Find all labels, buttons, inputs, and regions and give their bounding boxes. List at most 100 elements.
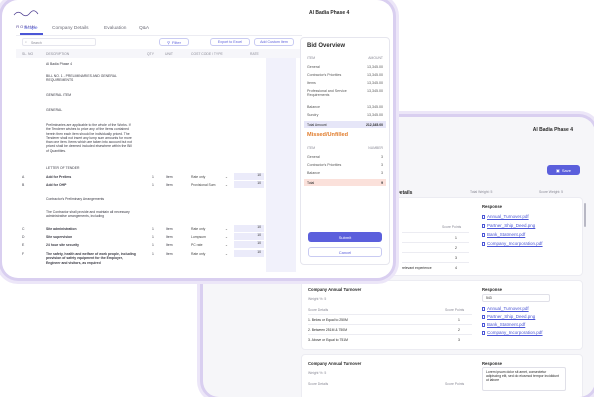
chevron-down-icon[interactable]: ⌄ (225, 252, 228, 256)
cost-type-select[interactable]: Lumpsum (191, 235, 206, 239)
row-qty: 1 (152, 252, 154, 256)
criteria-title: Company Annual Turnover (308, 287, 362, 292)
overview-row: Professional and Service Requirements 13,… (307, 89, 383, 97)
overview-row: General 13,345.00 (307, 65, 383, 69)
table-row: The Contractor shall provide and maintai… (46, 210, 130, 219)
chevron-down-icon[interactable]: ⌄ (225, 235, 228, 239)
file-icon (482, 306, 485, 311)
row-sl: E (22, 243, 25, 247)
score-row-text: 1. Below or Equal to 250M (308, 318, 348, 322)
row-unit: Item (166, 243, 173, 247)
criteria-card-3: Company Annual Turnover Weight %: 5 Scor… (301, 354, 583, 397)
score-details-header: Score Details (308, 382, 329, 386)
row-description: Add for Prelims (46, 175, 72, 179)
table-row: GENERAL (46, 108, 63, 112)
tab-scope[interactable]: Scope (24, 26, 38, 31)
export-button[interactable]: Export to Excel (210, 38, 250, 46)
overview-row: Contractor's Priorities 13,345.00 (307, 73, 383, 77)
save-icon: ▣ (556, 167, 560, 173)
scope-window: ROSHN Al Badia Phase 4 Scope Company Det… (2, 0, 393, 278)
response-label: Response (482, 361, 503, 366)
cost-type-select[interactable]: Provisional Sum (191, 183, 216, 187)
score-row-text: 2. Between 251M & 750M (308, 328, 348, 332)
row-description: 24 hour site security (46, 243, 79, 247)
chevron-down-icon[interactable]: ⌄ (225, 175, 228, 179)
row-description: Site administration (46, 227, 77, 231)
cost-type-select[interactable]: Rate only (191, 252, 205, 256)
missed-total-row: Total 9 (304, 179, 386, 186)
score-points-header: Score Points (445, 382, 465, 386)
weight-label: Weight %: 5 (308, 371, 327, 375)
table-row: LETTER OF TENDER (46, 166, 80, 170)
tab-evaluation[interactable]: Evaluation (104, 26, 126, 31)
response-textarea[interactable]: Lorem ipsum dolor sit amet, consectetur … (482, 367, 566, 391)
attachment-link[interactable]: Company_Incorporation.pdf (482, 330, 543, 335)
row-unit: Item (166, 183, 173, 187)
row-sl: A (22, 175, 25, 179)
file-icon (482, 322, 485, 327)
attachment-link[interactable]: Partner_Ship_Deed.png (482, 223, 543, 228)
row-unit: Item (166, 252, 173, 256)
tab-company-details[interactable]: Company Details (52, 26, 89, 31)
row-description: Add for OHP (46, 183, 67, 187)
file-icon (482, 214, 485, 219)
row-unit: Item (166, 227, 173, 231)
save-button[interactable]: ▣ Save (547, 165, 580, 175)
rate-input[interactable]: 10 (234, 225, 264, 232)
row-description: The safety, health and welfare of work p… (46, 252, 136, 265)
tab-qa[interactable]: Q&A (139, 26, 149, 31)
attachment-link[interactable]: Annual_Turnover.pdf (482, 306, 543, 311)
submit-button[interactable]: Submit (308, 232, 382, 242)
missed-row: Contractor's Priorities 3 (307, 163, 383, 167)
add-custom-item-button[interactable]: Add Custom Item (254, 38, 294, 46)
attachment-link[interactable]: Bank_Statment.pdf (482, 322, 543, 327)
row-sl: D (22, 235, 25, 239)
cost-type-select[interactable]: Rate only (191, 227, 205, 231)
search-icon: ⌕ (25, 40, 27, 44)
attachment-link[interactable]: Partner_Ship_Deed.png (482, 314, 543, 319)
total-amount-row: Total Amount 212,345.00 (304, 121, 386, 128)
rate-input[interactable]: 10 (234, 181, 264, 188)
overview-row: Balance 13,345.00 (307, 105, 383, 109)
score-row-text: relevant experience (402, 266, 432, 270)
attachment-link[interactable]: Company_Incorporation.pdf (482, 241, 543, 246)
rate-input[interactable]: 10 (234, 241, 264, 248)
attachment-link[interactable]: Bank_Statment.pdf (482, 232, 543, 237)
search-input[interactable]: ⌕ Search (22, 38, 96, 46)
chevron-down-icon[interactable]: ⌄ (225, 183, 228, 187)
score-weight: Score Weight: 5 (539, 190, 564, 194)
score-points-header: Score Points (442, 225, 462, 229)
answer-field[interactable]: 543 (482, 294, 550, 302)
rate-column-strip (266, 58, 296, 272)
chevron-down-icon[interactable]: ⌄ (225, 243, 228, 247)
filter-button[interactable]: ⚲ Filter (159, 38, 189, 46)
score-value: 2 (455, 246, 457, 250)
table-row: Preliminaries are applicable to the whol… (46, 123, 132, 153)
table-row: Contractor's Preliminary Arrangements (46, 197, 105, 201)
weight-label: Weight %: 5 (308, 297, 327, 301)
project-title: Al Badia Phase 4 (532, 127, 573, 133)
filter-icon: ⚲ (167, 39, 171, 45)
rate-input[interactable]: 10 (234, 233, 264, 240)
rate-input[interactable]: 10 (234, 173, 264, 180)
cost-type-select[interactable]: PC rate (191, 243, 203, 247)
bid-overview-title: Bid Overview (307, 43, 346, 49)
missed-title: Missed/Unfilled (307, 132, 349, 138)
score-details-header: Score Details (308, 308, 329, 312)
rate-input[interactable]: 10 (234, 250, 264, 257)
cost-type-select[interactable]: Rate only (191, 175, 205, 179)
criteria-card-2: Company Annual Turnover Weight %: 5 Scor… (301, 280, 583, 350)
file-icon (482, 330, 485, 335)
scrollbar[interactable] (584, 203, 586, 227)
score-value: 1 (458, 318, 460, 322)
row-unit: Item (166, 175, 173, 179)
chevron-down-icon[interactable]: ⌄ (225, 227, 228, 231)
total-weight: Total Weight: 5 (470, 190, 493, 194)
file-icon (482, 314, 485, 319)
file-icon (482, 241, 485, 246)
table-header: SL. NO DESCRIPTION QTY UNIT COST CODE / … (16, 49, 302, 58)
project-title: Al Badia Phase 4 (309, 10, 350, 16)
score-points-header: Score Points (445, 308, 465, 312)
cancel-button[interactable]: Cancel (308, 247, 382, 257)
attachment-link[interactable]: Annual_Turnover.pdf (482, 214, 543, 219)
